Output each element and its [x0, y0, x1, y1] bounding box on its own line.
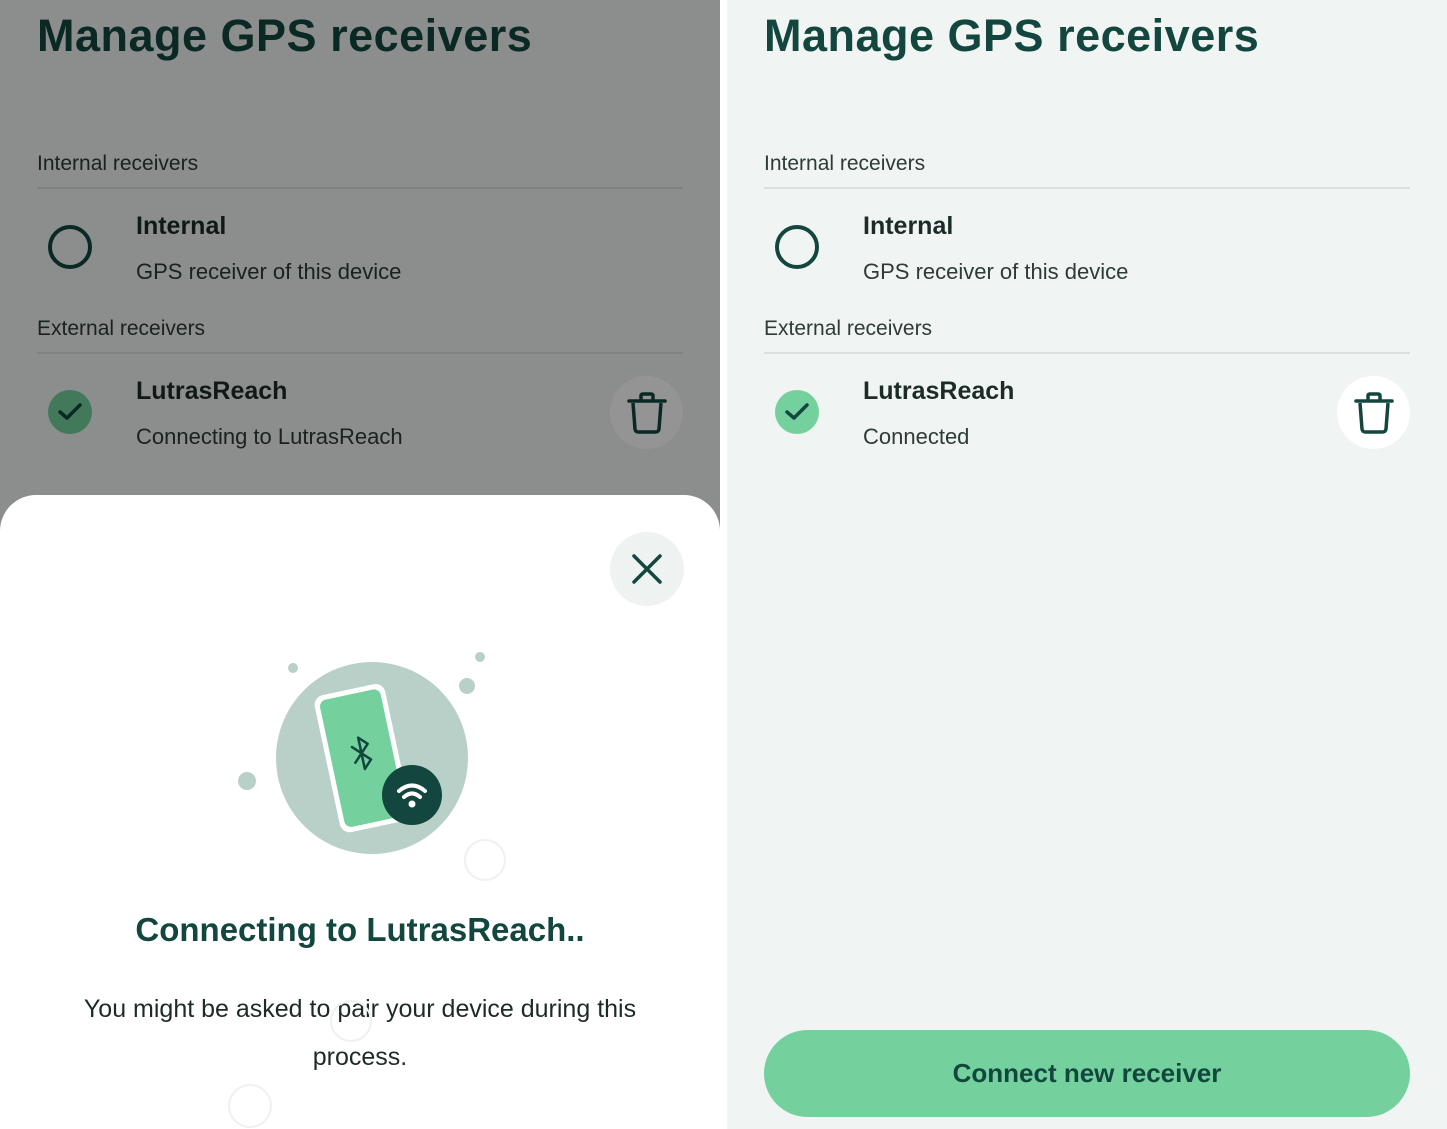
close-icon: [632, 554, 662, 584]
sheet-title: Connecting to LutrasReach..: [135, 911, 585, 948]
right-screen: Manage GPS receivers Internal receivers …: [727, 0, 1447, 1129]
external-receiver-subtitle: Connected: [863, 424, 970, 449]
decorative-bubble: [228, 1084, 272, 1128]
divider: [764, 187, 1410, 189]
bottom-sheet: Connecting to LutrasReach.. You might be…: [0, 495, 720, 1129]
external-radio[interactable]: [775, 390, 819, 434]
connecting-illustration: [238, 652, 506, 881]
external-receiver-name[interactable]: LutrasReach: [863, 377, 1014, 406]
internal-radio[interactable]: [775, 225, 819, 269]
internal-receiver-subtitle: GPS receiver of this device: [863, 259, 1129, 284]
page-title: Manage GPS receivers: [764, 10, 1260, 61]
internal-section-label: Internal receivers: [764, 152, 926, 175]
close-button[interactable]: [610, 532, 684, 606]
divider: [764, 352, 1410, 354]
connect-new-receiver-button[interactable]: Connect new receiver: [764, 1030, 1410, 1117]
internal-receiver-name[interactable]: Internal: [863, 212, 953, 241]
left-screen: Manage GPS receivers Internal receivers …: [0, 0, 720, 1129]
trash-icon: [1354, 392, 1394, 434]
delete-receiver-button[interactable]: [1337, 376, 1410, 449]
check-icon: [785, 403, 809, 420]
decorative-bubble: [330, 1000, 372, 1042]
external-section-label: External receivers: [764, 317, 933, 340]
